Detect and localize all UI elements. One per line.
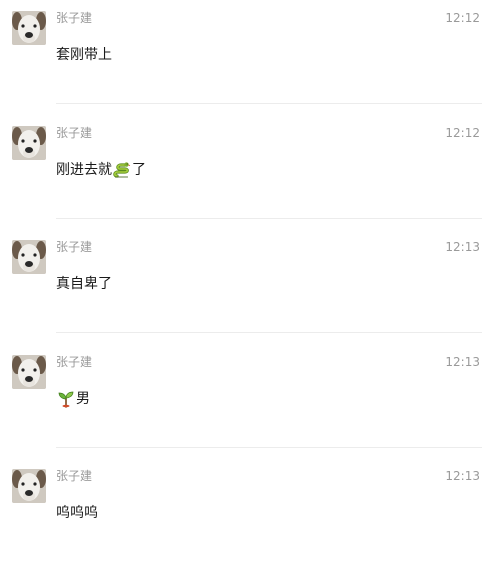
divider [56, 103, 482, 104]
message-text: 男 [56, 390, 90, 408]
message-item: 张子建 12:12 套刚带上 [0, 0, 504, 115]
dog-avatar-icon [12, 469, 46, 503]
snake-emoji-icon [113, 161, 131, 179]
message-text-part: 真自卑了 [56, 276, 112, 292]
dog-avatar-icon [12, 240, 46, 274]
avatar[interactable] [12, 240, 46, 274]
message-text: 呜呜呜 [56, 504, 98, 522]
avatar[interactable] [12, 355, 46, 389]
message-time: 12:13 [445, 240, 480, 254]
message-text-part: 刚进去就 [56, 162, 112, 178]
message-time: 12:13 [445, 469, 480, 483]
message-item: 张子建 12:12 刚进去就 了 [0, 115, 504, 230]
message-time: 12:13 [445, 355, 480, 369]
message-item: 张子建 12:13 男 [0, 344, 504, 459]
avatar[interactable] [12, 11, 46, 45]
sprout-emoji-icon [57, 390, 75, 408]
message-item: 张子建 12:13 真自卑了 [0, 229, 504, 344]
message-time: 12:12 [445, 11, 480, 25]
avatar[interactable] [12, 126, 46, 160]
sender-name: 张子建 [56, 355, 93, 369]
message-text-part: 了 [132, 162, 146, 178]
divider [56, 218, 482, 219]
dog-avatar-icon [12, 11, 46, 45]
dog-avatar-icon [12, 126, 46, 160]
sender-name: 张子建 [56, 469, 93, 483]
dog-avatar-icon [12, 355, 46, 389]
message-text: 真自卑了 [56, 275, 112, 293]
message-text-part: 男 [76, 391, 90, 407]
message-list: 张子建 12:12 套刚带上 张子建 12:12 刚进去就 了 张子建 12:1… [0, 0, 504, 538]
message-text-part: 呜呜呜 [56, 505, 98, 521]
divider [56, 332, 482, 333]
message-item: 张子建 12:13 呜呜呜 [0, 458, 504, 573]
message-text-part: 套刚带上 [56, 47, 112, 63]
sender-name: 张子建 [56, 126, 93, 140]
avatar[interactable] [12, 469, 46, 503]
sender-name: 张子建 [56, 240, 93, 254]
message-time: 12:12 [445, 126, 480, 140]
message-text: 套刚带上 [56, 46, 112, 64]
message-text: 刚进去就 了 [56, 161, 146, 179]
divider [56, 447, 482, 448]
sender-name: 张子建 [56, 11, 93, 25]
